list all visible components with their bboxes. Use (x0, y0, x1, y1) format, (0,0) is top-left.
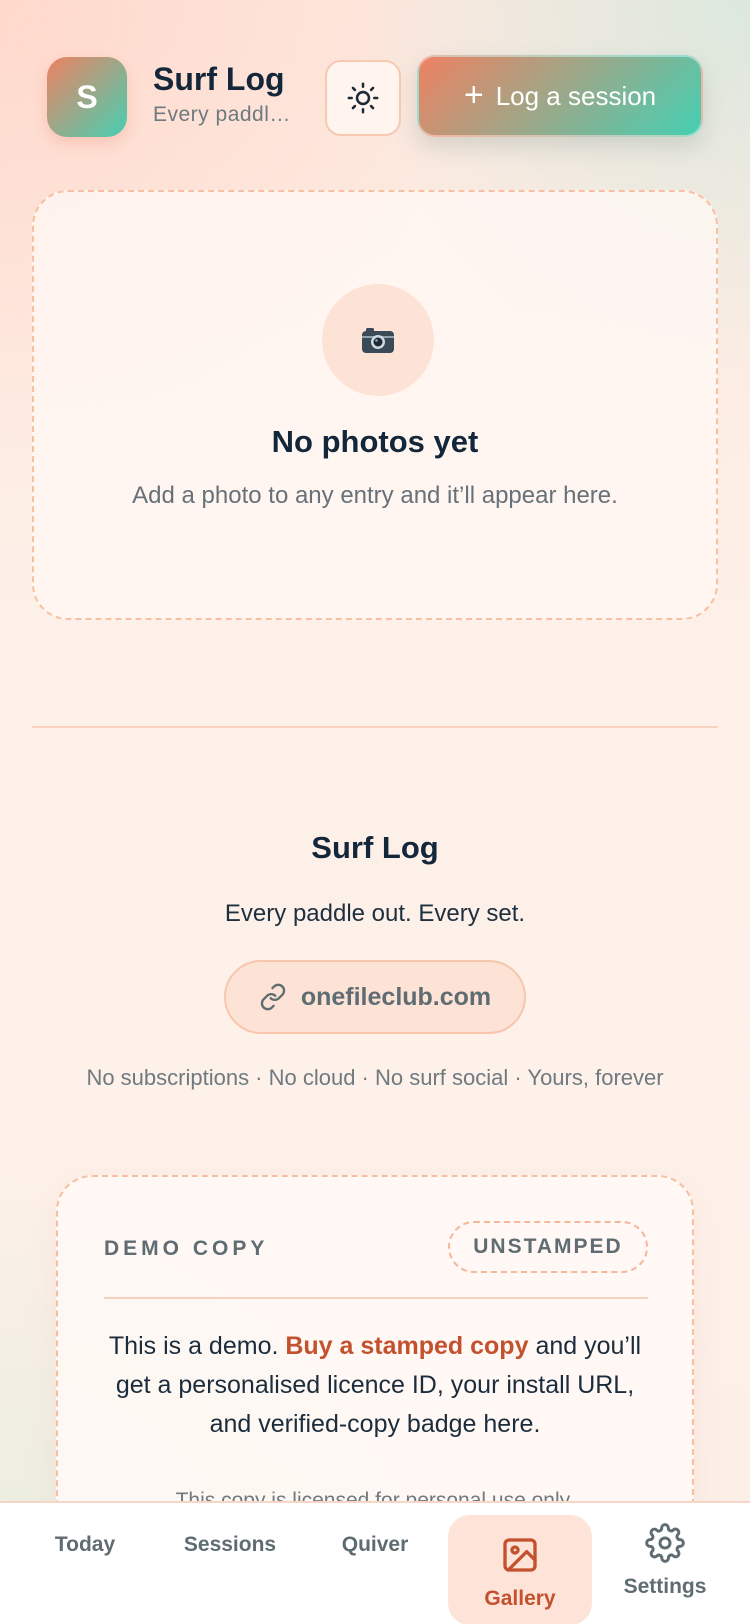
footer-note: No subscriptions · No cloud · No surf so… (86, 1065, 664, 1090)
empty-gallery-card: No photos yet Add a photo to any entry a… (32, 190, 718, 620)
website-link[interactable]: onefileclub.com (224, 960, 526, 1034)
empty-state-text: Add a photo to any entry and it’ll appea… (132, 482, 618, 509)
sun-icon (347, 82, 379, 114)
unstamped-badge: UNSTAMPED (448, 1221, 648, 1273)
app-title: Surf Log (153, 61, 285, 97)
camera-emoji (362, 328, 394, 353)
empty-state-title: No photos yet (271, 424, 479, 459)
nav-tab-quiver[interactable]: Quiver (300, 1503, 450, 1624)
nav-tab-sessions-label: Sessions (183, 1533, 277, 1556)
bottom-navigation: Today Sessions Quiver Gallery Settings (0, 1501, 750, 1624)
gear-icon (645, 1523, 685, 1563)
nav-tab-today[interactable]: Today (10, 1503, 160, 1624)
demo-text-intro: This is a demo. (108, 1332, 286, 1360)
theme-toggle-button[interactable] (325, 60, 401, 136)
plus-icon: + (463, 75, 484, 114)
app-subtitle: Every paddl… (153, 103, 291, 126)
demo-copy-text: This is a demo. Buy a stamped copy and y… (98, 1327, 652, 1444)
buy-stamped-copy-link[interactable]: Buy a stamped copy (285, 1332, 528, 1360)
nav-tab-sessions[interactable]: Sessions (155, 1503, 305, 1624)
image-icon (503, 1538, 537, 1572)
nav-tab-quiver-label: Quiver (341, 1533, 409, 1556)
nav-tab-today-label: Today (54, 1533, 116, 1556)
nav-tab-settings-label: Settings (623, 1575, 707, 1598)
website-link-label: onefileclub.com (300, 982, 492, 1011)
demo-copy-label: DEMO COPY (104, 1237, 269, 1260)
log-session-label: Log a session (495, 80, 657, 111)
section-divider (32, 726, 718, 728)
footer-tagline: Every paddle out. Every set. (224, 900, 526, 927)
nav-tab-settings[interactable]: Settings (600, 1503, 730, 1624)
nav-tab-gallery-label: Gallery (484, 1587, 556, 1610)
demo-card-divider (104, 1297, 648, 1299)
app-header: S Surf Log Every paddl… + Log a session (47, 55, 703, 137)
camera-icon (322, 284, 434, 396)
app-logo-letter: S (76, 78, 98, 115)
link-icon (260, 983, 286, 1011)
nav-tab-gallery[interactable]: Gallery (448, 1515, 592, 1624)
log-session-button[interactable]: + Log a session (417, 55, 703, 137)
app-logo: S (47, 57, 127, 137)
footer-title: Surf Log (311, 830, 439, 865)
